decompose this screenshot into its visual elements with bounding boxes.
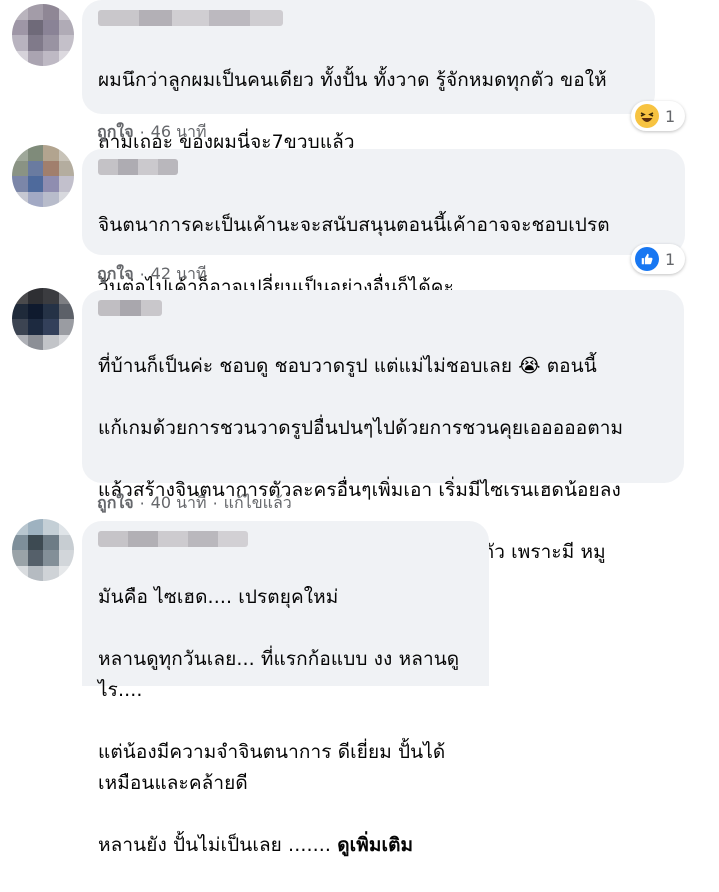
timestamp[interactable]: 42 นาที xyxy=(151,262,207,287)
separator: · xyxy=(139,123,145,142)
avatar[interactable] xyxy=(12,519,74,581)
like-icon xyxy=(635,247,659,271)
avatar[interactable] xyxy=(12,4,74,66)
reaction-count[interactable]: 1 xyxy=(631,101,686,131)
reaction-count-value: 1 xyxy=(665,106,676,126)
like-button[interactable]: ถูกใจ xyxy=(97,262,134,287)
timestamp[interactable]: 46 นาที xyxy=(151,120,207,145)
like-button[interactable]: ถูกใจ xyxy=(97,491,134,516)
comment-actions: ถูกใจ · 42 นาที xyxy=(97,262,207,287)
comment-actions: ถูกใจ · 40 นาที · แก้ไขแล้ว xyxy=(97,491,292,516)
edited-label[interactable]: แก้ไขแล้ว xyxy=(224,491,292,516)
comment-bubble: ที่บ้านก็เป็นค่ะ ชอบดู ชอบวาดรูป แต่แม่ไ… xyxy=(82,290,684,625)
timestamp[interactable]: 40 นาที xyxy=(151,491,207,516)
reaction-count-value: 1 xyxy=(665,249,676,269)
author-name[interactable] xyxy=(98,159,178,175)
author-name[interactable] xyxy=(98,10,283,26)
haha-icon xyxy=(635,104,659,128)
comment-bubble: ผมนึกว่าลูกผมเป็นคนเดียว ทั้งปั้น ทั้งวา… xyxy=(82,0,655,153)
separator: · xyxy=(139,265,145,284)
reaction-count[interactable]: 1 xyxy=(631,244,686,274)
comment-text: มันคือ ไซเฮด.... เปรตยุคใหม่ หลานดูทุกวั… xyxy=(98,586,460,856)
author-name[interactable] xyxy=(98,531,248,547)
avatar[interactable] xyxy=(12,288,74,350)
see-more-link[interactable]: ดูเพิ่มเติม xyxy=(337,834,413,856)
comment-bubble: จินตนาการคะเป็นเค้านะจะสนับสนุนตอนนี้เค้… xyxy=(82,149,685,298)
comment-bubble: มันคือ ไซเฮด.... เปรตยุคใหม่ หลานดูทุกวั… xyxy=(82,521,489,856)
author-name[interactable] xyxy=(98,300,162,316)
separator: · xyxy=(139,494,145,513)
avatar[interactable] xyxy=(12,145,74,207)
like-button[interactable]: ถูกใจ xyxy=(97,120,134,145)
separator: · xyxy=(212,494,218,513)
comment-actions: ถูกใจ · 46 นาที xyxy=(97,120,207,145)
